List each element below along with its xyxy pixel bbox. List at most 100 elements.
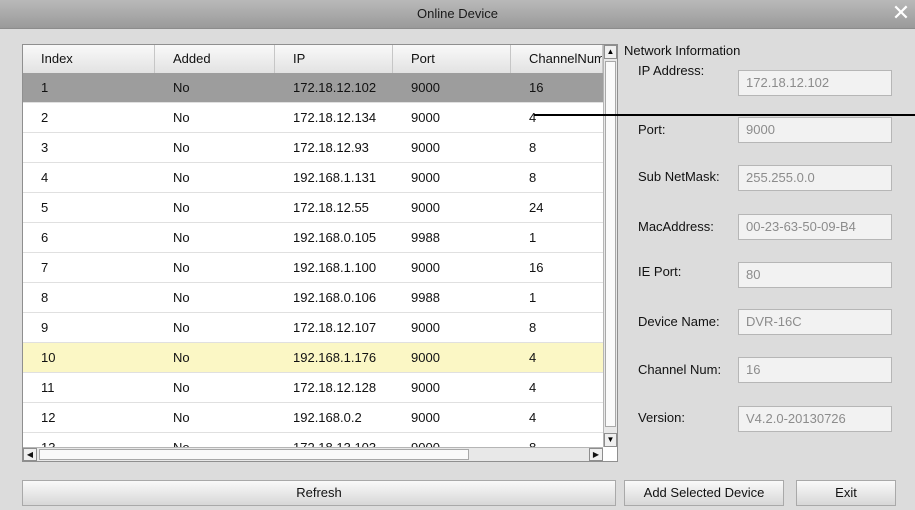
cell-channel-num: 8 — [529, 140, 537, 155]
scroll-down-arrow-icon[interactable]: ▼ — [604, 433, 617, 447]
mac-address-label: MacAddress: — [638, 219, 714, 234]
cell-ip: 172.18.12.128 — [293, 380, 377, 395]
cell-added: No — [173, 290, 190, 305]
table-row[interactable]: 5 No 172.18.12.55 9000 24 — [23, 193, 603, 223]
cell-added: No — [173, 410, 190, 425]
cell-channel-num: 24 — [529, 200, 544, 215]
table-row[interactable]: 11 No 172.18.12.128 9000 4 — [23, 373, 603, 403]
cell-channel-num: 16 — [529, 80, 544, 95]
column-header-ip[interactable]: IP — [275, 45, 393, 73]
window-title: Online Device — [417, 6, 498, 21]
cell-channel-num: 1 — [529, 290, 537, 305]
cell-index: 2 — [41, 110, 49, 125]
cell-added: No — [173, 140, 190, 155]
cell-added: No — [173, 230, 190, 245]
cell-channel-num: 8 — [511, 433, 603, 447]
cell-port: 9000 — [411, 200, 440, 215]
table-row[interactable]: 4 No 192.168.1.131 9000 8 — [23, 163, 603, 193]
scroll-left-arrow-icon[interactable]: ◀ — [23, 448, 37, 461]
table-row[interactable]: 3 No 172.18.12.93 9000 8 — [23, 133, 603, 163]
table-row[interactable]: 12 No 192.168.0.2 9000 4 — [23, 403, 603, 433]
cell-added: No — [173, 200, 190, 215]
vertical-scrollbar[interactable]: ▲ ▼ — [603, 45, 617, 447]
scroll-right-arrow-icon[interactable]: ▶ — [589, 448, 603, 461]
horizontal-scroll-thumb[interactable] — [39, 449, 469, 460]
cell-ip: 192.168.1.131 — [293, 170, 377, 185]
refresh-button[interactable]: Refresh — [22, 480, 616, 506]
horizontal-scrollbar[interactable]: ◀ ▶ — [23, 447, 603, 461]
exit-button[interactable]: Exit — [796, 480, 896, 506]
cell-channel-num: 8 — [529, 320, 537, 335]
cell-ip: 192.168.0.2 — [293, 410, 362, 425]
scroll-up-arrow-icon[interactable]: ▲ — [604, 45, 617, 59]
table-row[interactable]: 1 No 172.18.12.102 9000 16 — [23, 73, 603, 103]
cell-added: No — [173, 260, 190, 275]
table-row[interactable]: 2 No 172.18.12.134 9000 4 — [23, 103, 603, 133]
cell-ip: 172.18.12.107 — [293, 320, 377, 335]
channel-num-field[interactable]: 16 — [738, 357, 892, 383]
cell-index: 6 — [41, 230, 49, 245]
cell-port: 9000 — [411, 410, 440, 425]
device-table: Index Added IP Port ChannelNum 1 No 172.18… — [22, 44, 618, 462]
cell-index: 1 — [41, 80, 49, 95]
column-header-port[interactable]: Port — [393, 45, 511, 73]
cell-port: 9000 — [393, 433, 511, 447]
device-name-field[interactable]: DVR-16C — [738, 309, 892, 335]
version-label: Version: — [638, 410, 685, 425]
channel-num-label: Channel Num: — [638, 362, 722, 377]
table-row[interactable]: 8 No 192.168.0.106 9988 1 — [23, 283, 603, 313]
ip-address-label: IP Address: — [638, 63, 705, 78]
cell-index: 13 — [23, 433, 155, 447]
table-header: Index Added IP Port ChannelNum — [23, 45, 603, 74]
ie-port-field[interactable]: 80 — [738, 262, 892, 288]
table-row[interactable]: 9 No 172.18.12.107 9000 8 — [23, 313, 603, 343]
cell-channel-num: 4 — [529, 110, 537, 125]
column-header-index[interactable]: Index — [23, 45, 155, 73]
cell-ip: 192.168.1.176 — [293, 350, 377, 365]
sub-netmask-field[interactable]: 255.255.0.0 — [738, 165, 892, 191]
cell-index: 7 — [41, 260, 49, 275]
ie-port-label: IE Port: — [638, 264, 682, 279]
cell-channel-num: 1 — [529, 230, 537, 245]
column-header-channel-num[interactable]: ChannelNum — [511, 45, 603, 73]
cell-port: 9000 — [411, 380, 440, 395]
cell-added: No — [173, 170, 190, 185]
cell-ip: 192.168.0.106 — [293, 290, 377, 305]
cell-added: No — [173, 380, 190, 395]
cell-channel-num: 4 — [529, 410, 537, 425]
cell-index: 12 — [41, 410, 56, 425]
cell-index: 11 — [41, 380, 55, 395]
cell-index: 10 — [41, 350, 56, 365]
column-header-added[interactable]: Added — [155, 45, 275, 73]
port-field[interactable]: 9000 — [738, 117, 892, 143]
sub-netmask-label: Sub NetMask: — [638, 169, 720, 184]
title-bar: Online Device ✕ — [0, 0, 915, 29]
cell-added: No — [173, 110, 190, 125]
cell-port: 9000 — [411, 320, 440, 335]
device-name-label: Device Name: — [638, 314, 720, 329]
cell-ip: 172.18.13.103 — [275, 433, 393, 447]
network-info-group-title: Network Information — [624, 43, 741, 58]
table-row[interactable]: 13No172.18.13.10390008 — [23, 433, 603, 447]
cell-index: 5 — [41, 200, 49, 215]
cell-port: 9000 — [411, 110, 440, 125]
cell-channel-num: 4 — [529, 350, 537, 365]
mac-address-field[interactable]: 00-23-63-50-09-B4 — [738, 214, 892, 240]
cell-index: 9 — [41, 320, 49, 335]
cell-channel-num: 4 — [529, 380, 537, 395]
ip-address-field[interactable]: 172.18.12.102 — [738, 70, 892, 96]
table-row[interactable]: 7 No 192.168.1.100 9000 16 — [23, 253, 603, 283]
cell-channel-num: 8 — [529, 170, 537, 185]
cell-port: 9000 — [411, 170, 440, 185]
cell-ip: 192.168.1.100 — [293, 260, 377, 275]
table-row[interactable]: 10 No 192.168.1.176 9000 4 — [23, 343, 603, 373]
table-row[interactable]: 6 No 192.168.0.105 9988 1 — [23, 223, 603, 253]
close-icon[interactable]: ✕ — [887, 0, 915, 28]
cell-ip: 172.18.12.134 — [293, 110, 377, 125]
cell-added: No — [173, 80, 190, 95]
cell-ip: 172.18.12.55 — [293, 200, 369, 215]
add-selected-device-button[interactable]: Add Selected Device — [624, 480, 784, 506]
cell-added: No — [173, 320, 190, 335]
version-field[interactable]: V4.2.0-20130726 — [738, 406, 892, 432]
cell-index: 3 — [41, 140, 49, 155]
